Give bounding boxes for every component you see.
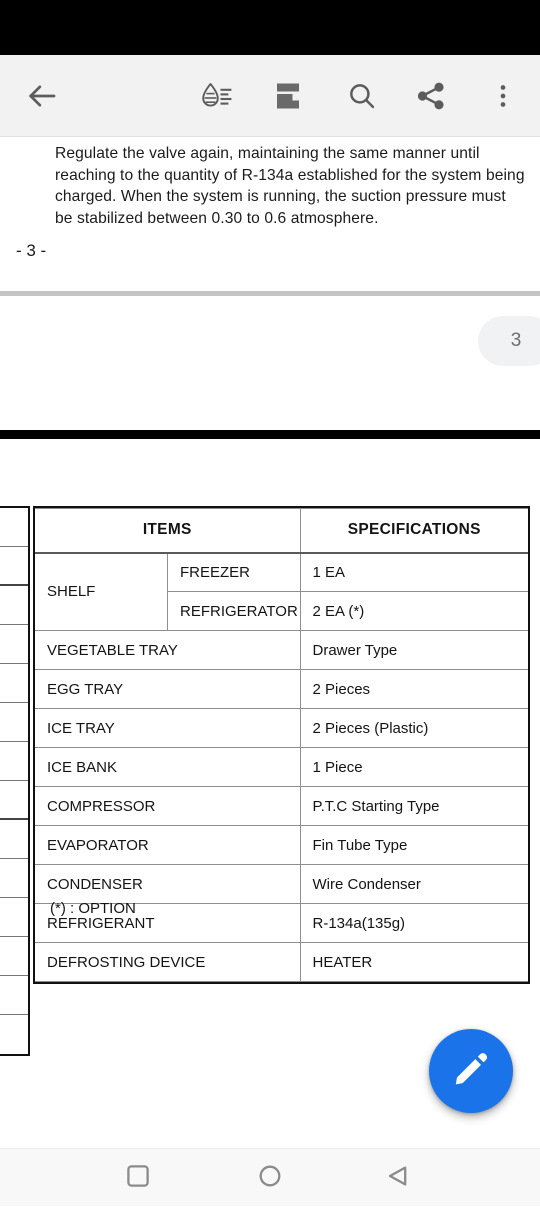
table-row: SHELF FREEZER 1 EA: [35, 552, 528, 631]
search-icon: [346, 80, 378, 112]
cell-spec: Drawer Type: [299, 630, 528, 670]
overflow-menu-button[interactable]: [473, 55, 533, 137]
circle-icon: [257, 1163, 283, 1194]
table-footnote: (*) : OPTION: [50, 900, 136, 917]
table-row: EGG TRAY 2 Pieces: [35, 669, 528, 709]
cell-spec: Fin Tube Type: [299, 825, 528, 865]
status-bar: [0, 0, 540, 55]
back-arrow-icon: [25, 79, 59, 113]
table-row: ICE TRAY 2 Pieces (Plastic): [35, 708, 528, 748]
table-header-row: ITEMS SPECIFICATIONS: [35, 508, 528, 554]
partial-table-left: [0, 506, 30, 1056]
back-arrow-button[interactable]: [12, 55, 72, 137]
cell-item: CONDENSER: [35, 864, 301, 904]
horizontal-rule: [0, 430, 540, 439]
reading-mode-button[interactable]: [187, 55, 247, 137]
page-number-footer: - 3 -: [16, 241, 47, 260]
cell-spec: Wire Condenser: [299, 864, 528, 904]
table-row: CONDENSER Wire Condenser: [35, 864, 528, 904]
document-page-current: 3 ITEMS SPECIFICATIONS SHELF FREEZER 1 E…: [0, 296, 540, 1148]
table-header-specifications: SPECIFICATIONS: [299, 508, 528, 554]
document-viewer[interactable]: Regulate the valve again, maintaining th…: [0, 137, 540, 1148]
cell-item: DEFROSTING DEVICE: [35, 942, 301, 982]
cell-item: COMPRESSOR: [35, 786, 301, 826]
page-number-badge: 3: [478, 316, 540, 366]
edit-fab-button[interactable]: [429, 1029, 513, 1113]
table-header-items: ITEMS: [35, 508, 301, 554]
nav-back-button[interactable]: [352, 1149, 444, 1207]
cell-item: VEGETABLE TRAY: [35, 630, 301, 670]
cell-spec: P.T.C Starting Type: [299, 786, 528, 826]
cell-item: EVAPORATOR: [35, 825, 301, 865]
cell-spec: HEATER: [299, 942, 528, 982]
cell-spec: 2 Pieces (Plastic): [299, 708, 528, 748]
document-page-previous: Regulate the valve again, maintaining th…: [0, 137, 540, 292]
nav-home-button[interactable]: [224, 1149, 316, 1207]
page-layout-button[interactable]: [258, 55, 318, 137]
search-button[interactable]: [332, 55, 392, 137]
share-button[interactable]: [401, 55, 461, 137]
cell-item: EGG TRAY: [35, 669, 301, 709]
cell-subitem: FREEZER: [167, 552, 301, 592]
table-row: EVAPORATOR Fin Tube Type: [35, 825, 528, 865]
table-row: COMPRESSOR P.T.C Starting Type: [35, 786, 528, 826]
body-paragraph: Regulate the valve again, maintaining th…: [55, 145, 525, 227]
square-icon: [125, 1163, 151, 1194]
cell-spec: 2 Pieces: [299, 669, 528, 709]
cell-item: ICE BANK: [35, 747, 301, 787]
app-toolbar: [0, 55, 540, 137]
overflow-menu-icon: [490, 81, 516, 111]
page-layout-icon: [272, 80, 304, 112]
reading-mode-icon: [199, 79, 235, 113]
pencil-icon: [451, 1049, 491, 1094]
cell-spec: 1 Piece: [299, 747, 528, 787]
cell-item: ICE TRAY: [35, 708, 301, 748]
cell-item: SHELF: [35, 552, 168, 631]
cell-spec: 2 EA (*): [299, 591, 528, 631]
triangle-left-icon: [385, 1163, 411, 1194]
share-icon: [415, 80, 447, 112]
cell-spec: 1 EA: [299, 552, 528, 592]
cell-spec: R-134a(135g): [299, 903, 528, 943]
table-row: ICE BANK 1 Piece: [35, 747, 528, 787]
nav-recents-button[interactable]: [92, 1149, 184, 1207]
table-row: DEFROSTING DEVICE HEATER: [35, 942, 528, 982]
android-navigation-bar: [0, 1148, 540, 1206]
table-row: VEGETABLE TRAY Drawer Type: [35, 630, 528, 670]
cell-subitem: REFRIGERATOR: [167, 591, 301, 631]
